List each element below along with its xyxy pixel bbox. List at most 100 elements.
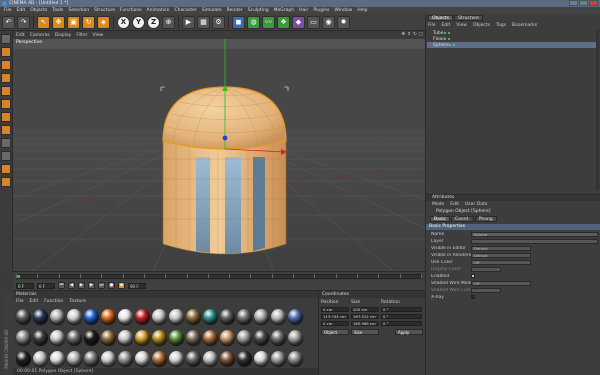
attr-menu-edit[interactable]: Edit [450,202,459,207]
apply-button[interactable]: Apply [395,329,423,335]
material-swatch[interactable] [101,309,116,324]
material-swatch[interactable] [118,330,133,345]
position-y-field[interactable]: 113.744 cm [321,314,349,319]
visibility-flags[interactable] [444,38,451,40]
live-select-icon[interactable]: ↖ [37,15,50,29]
menu-file[interactable]: File [4,8,12,13]
layer-field[interactable] [471,238,598,244]
move-tool-icon[interactable]: ✥ [52,15,65,29]
material-swatch[interactable] [288,351,303,366]
menu-simulate[interactable]: Simulate [202,8,222,13]
close-button[interactable] [589,0,598,6]
obj-menu-file[interactable]: File [428,23,436,28]
menu-hair[interactable]: Hair [299,8,308,13]
material-swatch[interactable] [203,309,218,324]
obj-menu-tags[interactable]: Tags [496,23,506,28]
render-picture-viewer-icon[interactable]: ▦ [197,15,210,29]
size-x-field[interactable]: 200 cm [351,307,379,312]
object-mode-icon[interactable] [1,60,11,70]
rotation-p-field[interactable]: 0 ° [381,314,422,319]
floor-icon[interactable]: ▭ [307,15,320,29]
material-swatch[interactable] [16,330,31,345]
render-view-icon[interactable]: ▶ [182,15,195,29]
material-swatch[interactable] [135,330,150,345]
material-swatch[interactable] [152,309,167,324]
menu-mograph[interactable]: MoGraph [274,8,294,13]
material-swatch[interactable] [50,330,65,345]
material-swatch[interactable] [101,330,116,345]
undo-icon[interactable]: ↶ [2,15,15,29]
spline-icon[interactable]: 〰 [262,15,275,29]
rotation-h-field[interactable]: 0 ° [381,307,422,312]
obj-menu-edit[interactable]: Edit [442,23,451,28]
viewport-menu-edit[interactable]: Edit [16,33,25,38]
material-swatch[interactable] [186,330,201,345]
go-to-start-icon[interactable]: ⏮ [58,282,65,289]
material-swatch[interactable] [118,351,133,366]
material-swatch[interactable] [118,309,133,324]
menu-help[interactable]: Help [357,8,367,13]
edges-mode-icon[interactable] [1,112,11,122]
material-swatch[interactable] [84,309,99,324]
obj-menu-objects[interactable]: Objects [473,23,490,28]
material-swatch[interactable] [203,351,218,366]
visible-in-editor-dropdown[interactable]: Default [471,245,531,251]
maximize-button[interactable] [579,0,588,6]
snapping-icon[interactable] [1,164,11,174]
viewport-menu-cameras[interactable]: Cameras [30,33,50,38]
tab-structure[interactable]: Structure [454,15,483,21]
go-to-end-icon[interactable]: ⏭ [98,282,105,289]
material-swatch[interactable] [33,309,48,324]
material-swatch[interactable] [67,351,82,366]
menu-selection[interactable]: Selection [68,8,89,13]
light-icon[interactable]: ✹ [337,15,350,29]
material-swatch[interactable] [271,330,286,345]
play-icon[interactable]: ▶ [78,282,85,289]
z-axis-button[interactable]: Z [147,15,160,29]
use-color-dropdown[interactable]: Off [471,259,531,265]
x-axis-button[interactable]: X [117,15,130,29]
sculpt-icon[interactable] [1,177,11,187]
material-swatch[interactable] [135,351,150,366]
name-field[interactable]: Sphere [471,231,598,237]
menu-functions[interactable]: Functions [120,8,142,13]
material-swatch[interactable] [220,330,235,345]
rotation-b-field[interactable]: 0 ° [381,321,422,326]
viewport-menu-filter[interactable]: Filter [76,33,87,38]
material-swatch[interactable] [16,309,31,324]
zoom-view-icon[interactable]: ⇕ [407,32,411,37]
menu-structure[interactable]: Structure [94,8,115,13]
rotate-tool-icon[interactable]: ↻ [82,15,95,29]
viewport-menu-display[interactable]: Display [55,33,72,38]
material-swatch[interactable] [101,351,116,366]
record-icon[interactable]: ● [108,282,115,289]
enabled-checkbox[interactable] [471,274,475,278]
display-color-swatch[interactable] [471,266,501,272]
move-view-icon[interactable]: ✥ [401,32,405,37]
autokey-icon[interactable]: ◆ [118,282,125,289]
viewport-menu-view[interactable]: View [92,33,103,38]
tube-object[interactable] [162,138,287,255]
redo-icon[interactable]: ↷ [17,15,30,29]
prev-key-icon[interactable]: ◀ [68,282,75,289]
material-swatch[interactable] [50,351,65,366]
shaded-wire-mode-dropdown[interactable]: Off [471,280,531,286]
rotate-view-icon[interactable]: ↻ [413,32,417,37]
object-mode-dropdown[interactable]: Object [321,329,349,335]
render-settings-icon[interactable]: ⚙ [212,15,225,29]
obj-menu-view[interactable]: View [456,23,467,28]
position-x-field[interactable]: 0 cm [321,307,349,312]
material-swatch[interactable] [237,330,252,345]
size-y-field[interactable]: 167.512 cm [351,314,379,319]
visibility-flags[interactable] [443,32,450,34]
material-swatch[interactable] [135,309,150,324]
maximize-view-icon[interactable]: ▢ [419,32,423,37]
material-swatch[interactable] [152,351,167,366]
material-swatch[interactable] [237,351,252,366]
points-mode-icon[interactable] [1,99,11,109]
visible-in-renderer-dropdown[interactable]: Default [471,252,531,258]
material-swatch[interactable] [33,330,48,345]
nurbs-icon[interactable]: ◍ [247,15,260,29]
make-editable-icon[interactable] [1,34,11,44]
menu-window[interactable]: Window [334,8,352,13]
